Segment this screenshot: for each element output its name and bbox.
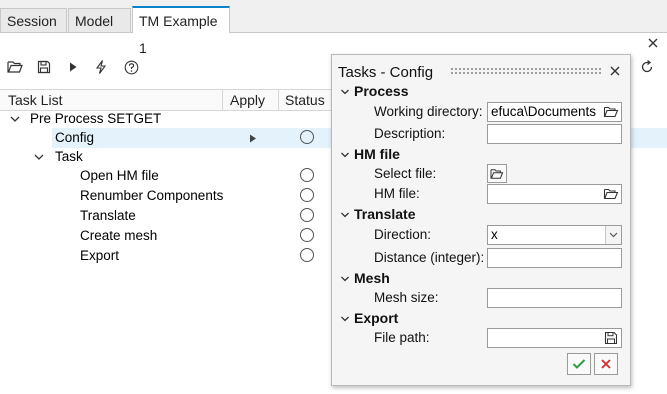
- direction-label: Direction:: [374, 227, 432, 242]
- checkmark-icon: [572, 359, 586, 369]
- distance-field[interactable]: [487, 248, 622, 268]
- tree-label: Export: [80, 248, 120, 263]
- status-circle: [300, 208, 314, 222]
- dialog-close-icon[interactable]: [609, 65, 621, 77]
- hm-file-field[interactable]: [487, 184, 622, 204]
- chevron-down-icon[interactable]: [340, 314, 350, 324]
- status-circle: [300, 228, 314, 242]
- tree-label: Config: [55, 130, 95, 145]
- section-process-title: Process: [354, 83, 409, 99]
- open-folder-icon[interactable]: [603, 104, 619, 120]
- section-export-title: Export: [354, 310, 399, 326]
- mesh-size-field[interactable]: [487, 288, 622, 308]
- open-folder-icon[interactable]: [6, 58, 24, 76]
- status-circle: [300, 168, 314, 182]
- select-file-button[interactable]: [487, 164, 507, 183]
- file-path-field[interactable]: [487, 328, 622, 348]
- lightning-icon[interactable]: [92, 58, 110, 76]
- mesh-size-label: Mesh size:: [374, 290, 439, 305]
- save-icon[interactable]: [35, 58, 53, 76]
- tree-label: Create mesh: [80, 228, 158, 243]
- refresh-icon[interactable]: [638, 58, 656, 76]
- tasks-config-dialog: Tasks - Config Process Working directory…: [331, 54, 631, 386]
- chevron-down-icon[interactable]: [340, 210, 350, 220]
- close-icon[interactable]: [646, 36, 660, 50]
- section-translate-title: Translate: [354, 206, 416, 222]
- chevron-down-icon[interactable]: [340, 274, 350, 284]
- save-icon[interactable]: [603, 330, 619, 346]
- confirm-button[interactable]: [567, 353, 591, 375]
- open-folder-icon: [490, 168, 504, 179]
- status-circle: [300, 188, 314, 202]
- tab-label: TM Example 1: [139, 13, 218, 56]
- distance-label: Distance (integer):: [374, 250, 485, 265]
- chevron-down-icon[interactable]: [340, 150, 350, 160]
- tree-label: Translate: [80, 208, 136, 223]
- description-field[interactable]: [487, 124, 622, 144]
- apply-header[interactable]: Apply: [230, 90, 265, 110]
- column-divider: [222, 90, 223, 110]
- task-list-header[interactable]: Task List: [8, 90, 62, 110]
- working-directory-label: Working directory:: [374, 104, 483, 119]
- hm-file-label: HM file:: [374, 186, 420, 201]
- dropdown-button[interactable]: [605, 226, 621, 244]
- cross-icon: [601, 359, 611, 369]
- apply-arrow-icon[interactable]: [249, 134, 257, 143]
- cancel-button[interactable]: [594, 353, 618, 375]
- section-mesh-title: Mesh: [354, 270, 390, 286]
- section-hm-file-title: HM file: [354, 146, 400, 162]
- open-folder-icon[interactable]: [603, 186, 619, 202]
- tree-header: Task List Apply Status: [0, 89, 340, 111]
- chevron-down-icon: [609, 232, 618, 238]
- tab-label: Model: [75, 13, 114, 29]
- play-icon[interactable]: [64, 58, 82, 76]
- tree-label: Task: [55, 149, 83, 164]
- working-directory-field[interactable]: efuca\Documents: [487, 102, 622, 122]
- column-divider: [278, 90, 279, 110]
- working-directory-value: efuca\Documents: [491, 104, 597, 119]
- dialog-title: Tasks - Config: [338, 64, 434, 81]
- tab-bar: Session Model TM Example 1: [0, 0, 667, 56]
- help-icon[interactable]: [122, 58, 140, 76]
- direction-select[interactable]: x: [487, 225, 622, 245]
- tab-tm-example-1[interactable]: TM Example 1: [132, 6, 230, 56]
- status-header[interactable]: Status: [285, 90, 325, 110]
- chevron-down-icon[interactable]: [340, 87, 350, 97]
- tab-model[interactable]: Model: [68, 8, 131, 32]
- select-file-label: Select file:: [374, 166, 437, 181]
- tree-label: Open HM file: [80, 168, 159, 183]
- drag-handle[interactable]: [450, 67, 602, 75]
- tree-label: Renumber Components: [80, 188, 224, 203]
- status-circle: [300, 248, 314, 262]
- file-path-label: File path:: [374, 330, 430, 345]
- chevron-down-icon[interactable]: [9, 113, 21, 125]
- direction-value: x: [491, 227, 498, 242]
- status-circle: [300, 130, 314, 144]
- chevron-down-icon[interactable]: [33, 151, 45, 163]
- description-label: Description:: [374, 126, 446, 141]
- tree-label: Pre Process SETGET: [30, 111, 162, 126]
- tab-session[interactable]: Session: [0, 8, 67, 32]
- tab-label: Session: [7, 13, 57, 29]
